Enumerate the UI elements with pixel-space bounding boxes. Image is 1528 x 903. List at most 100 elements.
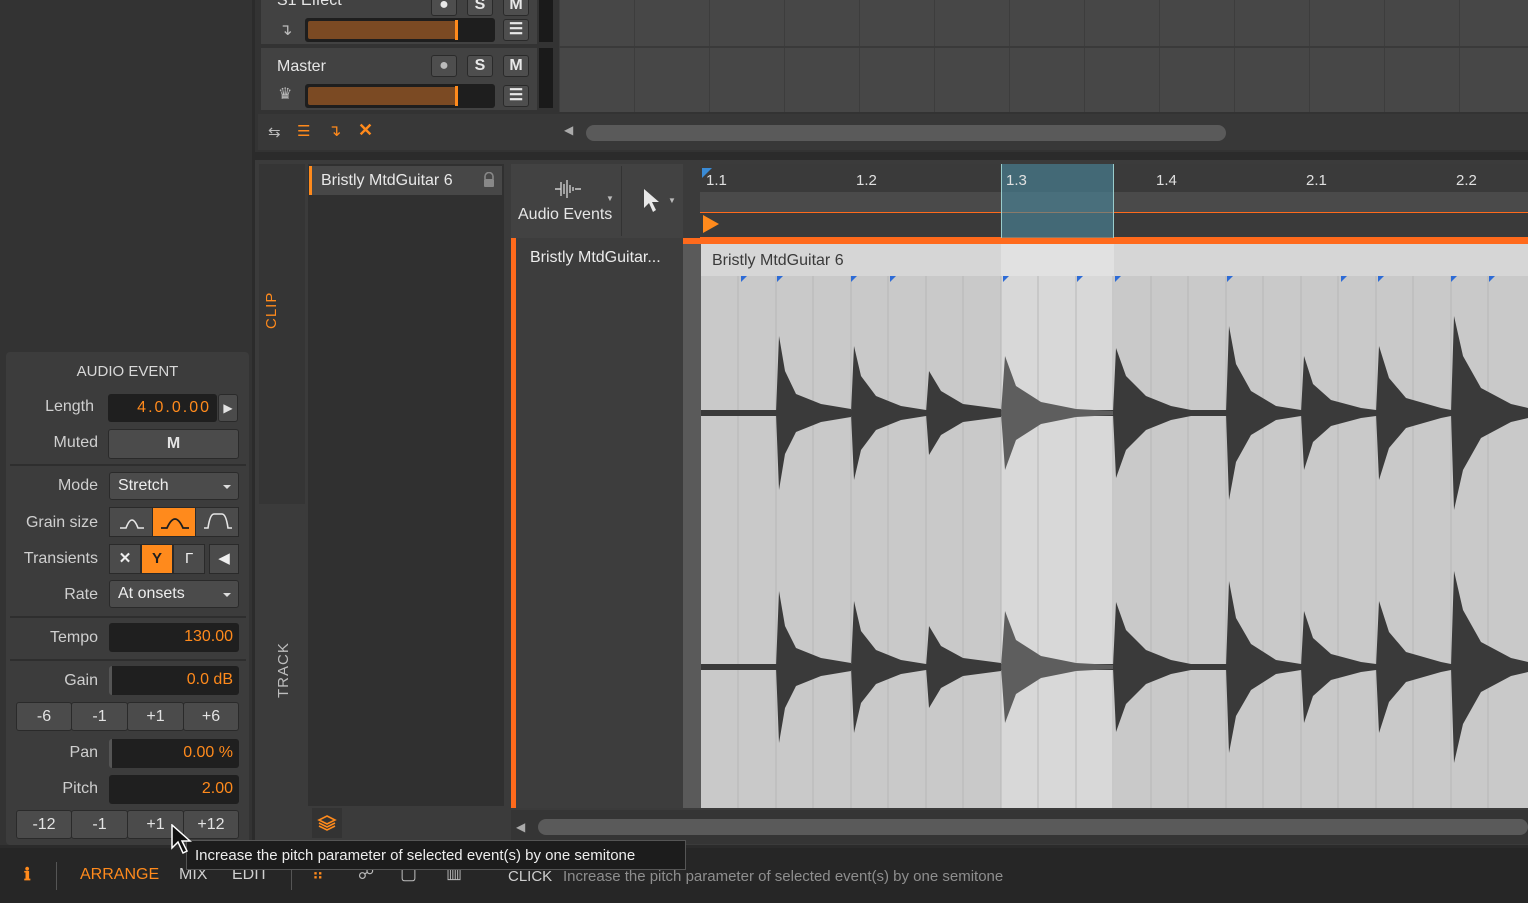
lock-icon[interactable] bbox=[482, 172, 496, 188]
volume-fader[interactable] bbox=[305, 84, 495, 108]
pan-label: Pan bbox=[69, 744, 98, 761]
grain-large-icon bbox=[204, 513, 232, 529]
record-arm-button[interactable]: ● bbox=[431, 55, 457, 77]
funnel-icon: Y bbox=[151, 550, 162, 567]
mute-button[interactable]: M bbox=[503, 0, 529, 16]
rate-dropdown[interactable]: At onsets bbox=[109, 580, 239, 608]
ruler-label: 1.2 bbox=[856, 172, 877, 189]
status-message: Increase the pitch parameter of selected… bbox=[563, 868, 1004, 885]
divider bbox=[10, 616, 246, 618]
audio-events-icon bbox=[555, 180, 581, 198]
lane-header[interactable]: Bristly MtdGuitar... bbox=[511, 238, 683, 808]
transients-mode-a-button[interactable]: Y bbox=[141, 544, 173, 574]
close-icon[interactable]: ✕ bbox=[358, 120, 373, 141]
mute-button[interactable]: M bbox=[503, 55, 529, 77]
transients-mode-b-button[interactable]: Г bbox=[173, 544, 205, 574]
audio-events-tool[interactable]: ▼ Audio Events bbox=[513, 166, 619, 236]
crown-icon: ♛ bbox=[278, 86, 293, 103]
cue-marker[interactable] bbox=[703, 215, 719, 233]
tab-arrange[interactable]: ARRANGE bbox=[80, 866, 159, 884]
gain-label: Gain bbox=[64, 672, 98, 689]
tempo-field[interactable]: 130.00 bbox=[109, 623, 239, 652]
muted-label: Muted bbox=[53, 434, 98, 451]
waveform bbox=[701, 276, 1528, 808]
editor-gutter bbox=[683, 244, 701, 808]
tab-track[interactable]: TRACK bbox=[259, 506, 305, 842]
tooltip-text: Increase the pitch parameter of selected… bbox=[195, 847, 636, 864]
tab-clip[interactable]: CLIP bbox=[259, 164, 305, 504]
ruler-label: 2.2 bbox=[1456, 172, 1477, 189]
follow-icon[interactable]: ↴ bbox=[328, 121, 341, 141]
solo-button[interactable]: S bbox=[467, 0, 493, 16]
tab-track-label: TRACK bbox=[275, 642, 292, 698]
layers-button[interactable] bbox=[312, 808, 342, 838]
transients-audition-button[interactable]: ◀ bbox=[209, 544, 239, 574]
list-icon[interactable]: ☰ bbox=[297, 122, 310, 140]
ruler-label: 2.1 bbox=[1306, 172, 1327, 189]
loop-region[interactable] bbox=[700, 212, 1528, 238]
tempo-label: Tempo bbox=[49, 629, 98, 646]
ruler-label: 1.3 bbox=[1006, 172, 1027, 189]
audio-events-label: Audio Events bbox=[518, 206, 613, 223]
scroll-left-icon[interactable]: ◀ bbox=[516, 820, 525, 834]
speaker-icon: ◀ bbox=[218, 550, 230, 567]
scroll-left-icon[interactable]: ◀ bbox=[564, 123, 573, 137]
lane-name: Bristly MtdGuitar... bbox=[530, 249, 661, 266]
gain-minus-1-button[interactable]: -1 bbox=[71, 702, 128, 731]
rate-label: Rate bbox=[64, 586, 98, 603]
grain-large-button[interactable] bbox=[195, 507, 239, 537]
audio-event[interactable]: Bristly MtdGuitar 6 bbox=[701, 244, 1528, 808]
track-menu-button[interactable]: ☰ bbox=[503, 85, 529, 107]
swap-icon[interactable]: ⇆ bbox=[268, 123, 281, 141]
info-icon[interactable]: ℹ bbox=[24, 865, 30, 885]
solo-button[interactable]: S bbox=[467, 55, 493, 77]
pointer-icon bbox=[644, 189, 659, 212]
length-expand-button[interactable]: ▶ bbox=[218, 394, 238, 422]
grain-medium-button[interactable] bbox=[152, 507, 196, 537]
track-menu-button[interactable]: ☰ bbox=[503, 19, 529, 41]
close-icon: ✕ bbox=[118, 550, 132, 567]
gain-plus-6-button[interactable]: +6 bbox=[183, 702, 239, 731]
pitch-field[interactable]: 2.00 bbox=[109, 775, 239, 804]
list-item[interactable]: Bristly MtdGuitar 6 bbox=[309, 166, 502, 195]
mouse-cursor-icon bbox=[171, 824, 192, 855]
clip-list bbox=[308, 164, 504, 806]
divider bbox=[10, 659, 246, 661]
track-header-s1-effect[interactable]: S1 Effect ● S M ↴ ☰ bbox=[261, 0, 537, 44]
horizontal-scrollbar[interactable] bbox=[586, 125, 1226, 141]
volume-fader[interactable] bbox=[305, 18, 495, 42]
inspector-title: AUDIO EVENT bbox=[76, 363, 179, 380]
arranger-timeline[interactable] bbox=[559, 0, 1528, 112]
length-label: Length bbox=[45, 398, 94, 415]
ruler-label: 1.1 bbox=[706, 172, 727, 189]
tooltip: Increase the pitch parameter of selected… bbox=[186, 840, 686, 870]
muted-toggle-button[interactable]: M bbox=[108, 429, 239, 459]
grain-medium-icon bbox=[161, 518, 189, 529]
track-name: S1 Effect bbox=[277, 0, 342, 9]
grain-size-label: Grain size bbox=[25, 514, 98, 531]
track-header-master[interactable]: Master ● S M ♛ ☰ bbox=[261, 48, 537, 110]
grain-small-icon bbox=[120, 519, 144, 529]
length-field[interactable]: 4.0.0.00 bbox=[108, 394, 217, 422]
record-arm-button[interactable]: ● bbox=[431, 0, 457, 16]
route-arrow-icon[interactable]: ↴ bbox=[279, 20, 292, 40]
gain-field[interactable]: 0.0 dB bbox=[109, 666, 239, 695]
transients-off-button[interactable]: ✕ bbox=[109, 544, 141, 574]
status-action: CLICK bbox=[508, 868, 553, 885]
gain-minus-6-button[interactable]: -6 bbox=[16, 702, 72, 731]
pitch-minus-12-button[interactable]: -12 bbox=[16, 810, 72, 839]
mode-dropdown[interactable]: Stretch bbox=[109, 472, 239, 500]
grain-small-button[interactable] bbox=[109, 507, 153, 537]
divider bbox=[10, 464, 246, 466]
transients-label: Transients bbox=[23, 550, 98, 567]
event-name: Bristly MtdGuitar 6 bbox=[712, 252, 844, 269]
gain-plus-1-button[interactable]: +1 bbox=[127, 702, 184, 731]
tab-clip-label: CLIP bbox=[263, 291, 280, 329]
pitch-minus-1-button[interactable]: -1 bbox=[71, 810, 128, 839]
horizontal-scrollbar[interactable] bbox=[538, 819, 1528, 835]
envelope-icon: Г bbox=[184, 550, 194, 567]
track-divider bbox=[559, 46, 1528, 48]
pan-field[interactable]: 0.00 % bbox=[109, 739, 239, 768]
pointer-tool-button[interactable]: ▼ bbox=[621, 166, 681, 236]
dropdown-arrow-icon: ▼ bbox=[668, 196, 676, 205]
